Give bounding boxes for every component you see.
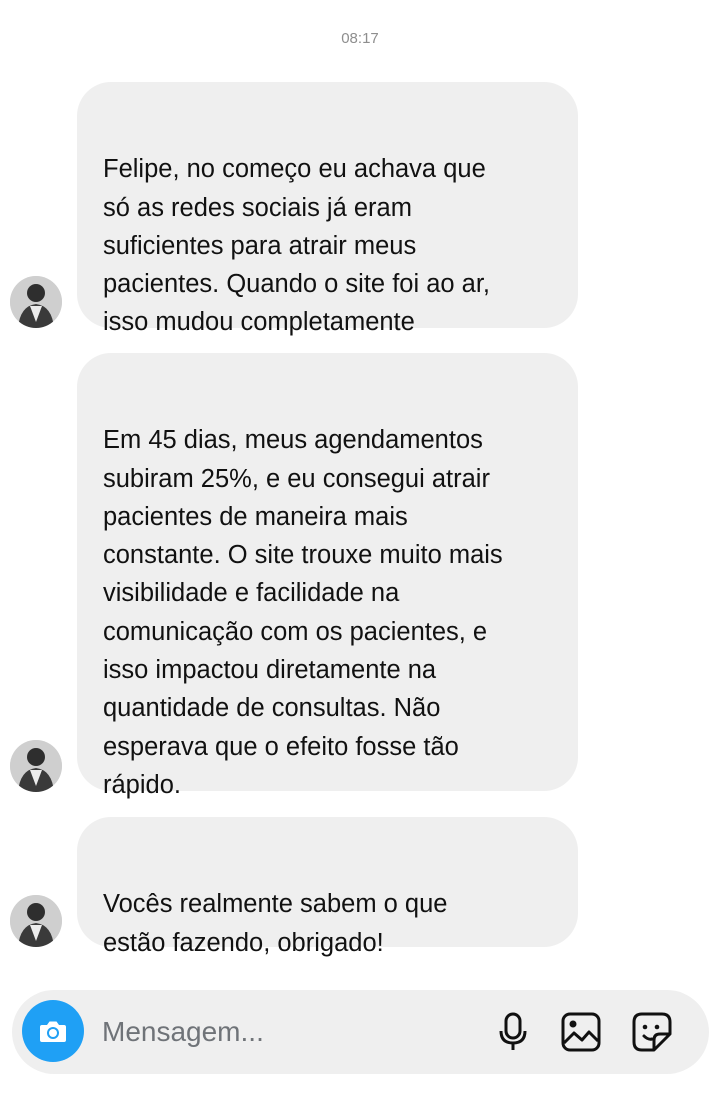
- message-bubble[interactable]: Em 45 dias, meus agendamentos subiram 25…: [77, 353, 578, 799]
- camera-button[interactable]: [22, 1000, 84, 1062]
- message-row: Em 45 dias, meus agendamentos subiram 25…: [0, 353, 720, 799]
- sticker-icon[interactable]: [630, 1010, 674, 1054]
- avatar[interactable]: [10, 895, 62, 947]
- message-bubble[interactable]: Felipe, no começo eu achava que só as re…: [77, 82, 578, 409]
- gallery-icon[interactable]: [559, 1010, 603, 1054]
- message-text: Felipe, no começo eu achava que só as re…: [103, 155, 491, 337]
- message-text: Em 45 dias, meus agendamentos subiram 25…: [103, 426, 503, 799]
- message-bubble[interactable]: Vocês realmente sabem o que estão fazend…: [77, 817, 578, 1029]
- message-row: Vocês realmente sabem o que estão fazend…: [0, 817, 720, 1029]
- avatar[interactable]: [10, 740, 62, 792]
- message-row: Felipe, no começo eu achava que só as re…: [0, 82, 720, 409]
- camera-icon: [40, 1021, 66, 1042]
- message-composer: [12, 990, 709, 1074]
- microphone-icon[interactable]: [491, 1010, 535, 1054]
- message-input[interactable]: [102, 1012, 462, 1052]
- avatar[interactable]: [10, 276, 62, 328]
- message-timestamp: 08:17: [341, 30, 379, 47]
- chat-screen: 08:17 Felipe, no começo eu achava que só…: [0, 0, 720, 1110]
- message-text: Vocês realmente sabem o que estão fazend…: [103, 890, 448, 957]
